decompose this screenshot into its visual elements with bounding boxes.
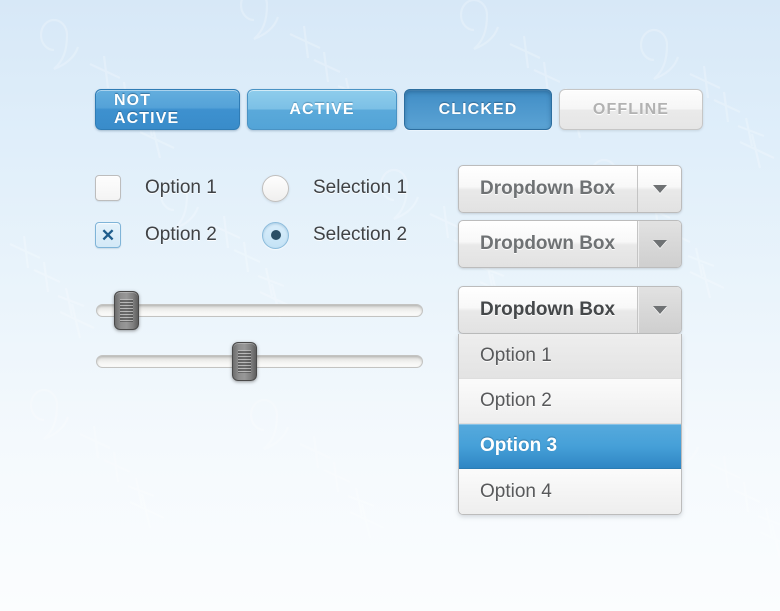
not-active-button-label: NOT ACTIVE	[114, 91, 180, 127]
grip-lines-icon	[237, 350, 251, 373]
dropdown-box-2-label: Dropdown Box	[480, 233, 616, 254]
dropdown-box-2-arrow[interactable]	[637, 221, 681, 267]
slider-1-thumb[interactable]	[114, 291, 140, 330]
not-active-button[interactable]: NOT ACTIVE	[95, 89, 240, 130]
dropdown-group: Dropdown Box Dropdown Box Dropdown Box O…	[458, 165, 682, 515]
offline-button-label: OFFLINE	[592, 100, 670, 118]
dropdown-option-list: Option 1 Option 2 Option 3 Option 4	[458, 334, 682, 515]
button-row: NOT ACTIVE ACTIVE CLICKED OFFLINE	[95, 89, 703, 130]
dropdown-option-1-label: Option 1	[480, 345, 552, 366]
dropdown-option-3[interactable]: Option 3	[459, 424, 681, 469]
radio-group: Selection 1 Selection 2	[262, 165, 407, 258]
checkbox-row-option-2[interactable]: ✕ Option 2	[95, 212, 217, 258]
radio-selection-2[interactable]	[262, 221, 289, 249]
checkbox-option-1[interactable]	[95, 175, 121, 201]
chevron-down-icon	[652, 185, 667, 193]
dropdown-box-1[interactable]: Dropdown Box	[458, 165, 682, 213]
checkbox-check-icon: ✕	[100, 225, 116, 245]
radio-row-selection-1[interactable]: Selection 1	[262, 165, 407, 211]
dropdown-box-3-arrow[interactable]	[637, 287, 681, 333]
radio-selection-1-label: Selection 1	[313, 177, 408, 198]
dropdown-box-3-label: Dropdown Box	[480, 299, 616, 320]
chevron-down-icon	[652, 240, 667, 248]
slider-2-thumb[interactable]	[231, 342, 257, 381]
dropdown-option-4-label: Option 4	[480, 480, 552, 502]
radio-selection-2-label: Selection 2	[313, 224, 408, 245]
clicked-button-label: CLICKED	[438, 100, 518, 118]
active-button-label: ACTIVE	[289, 100, 355, 118]
dropdown-option-4[interactable]: Option 4	[459, 469, 681, 514]
checkbox-row-option-1[interactable]: Option 1	[95, 165, 217, 211]
slider-group	[96, 288, 423, 383]
radio-dot-icon	[270, 230, 281, 240]
slider-2-track[interactable]	[96, 355, 423, 368]
checkbox-option-2-label: Option 2	[145, 224, 217, 245]
slider-1-track[interactable]	[96, 304, 423, 317]
clicked-button[interactable]: CLICKED	[404, 89, 552, 130]
dropdown-box-2[interactable]: Dropdown Box	[458, 220, 682, 268]
radio-row-selection-2[interactable]: Selection 2	[262, 212, 407, 258]
chevron-down-icon	[652, 306, 667, 314]
active-button[interactable]: ACTIVE	[247, 89, 397, 130]
offline-button: OFFLINE	[559, 89, 703, 130]
dropdown-option-3-label: Option 3	[480, 435, 558, 456]
checkbox-option-2[interactable]: ✕	[95, 222, 121, 248]
slider-2[interactable]	[96, 339, 423, 383]
dropdown-option-1[interactable]: Option 1	[459, 334, 681, 379]
grip-lines-icon	[120, 299, 134, 322]
dropdown-box-3-header[interactable]: Dropdown Box	[458, 286, 682, 334]
radio-selection-1[interactable]	[262, 174, 289, 202]
dropdown-option-2-label: Option 2	[480, 390, 552, 411]
dropdown-box-1-label: Dropdown Box	[480, 178, 616, 199]
dropdown-box-1-arrow[interactable]	[637, 166, 681, 212]
dropdown-option-2[interactable]: Option 2	[459, 379, 681, 424]
slider-1[interactable]	[96, 288, 423, 332]
checkbox-group: Option 1 ✕ Option 2	[95, 165, 217, 258]
checkbox-option-1-label: Option 1	[145, 177, 217, 198]
dropdown-box-3-open: Dropdown Box Option 1 Option 2 Option 3 …	[458, 286, 682, 515]
